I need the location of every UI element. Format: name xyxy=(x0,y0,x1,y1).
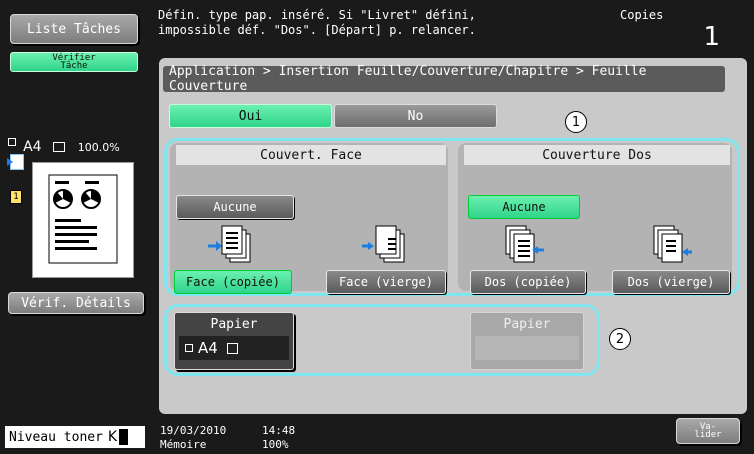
callout-marker-1: 1 xyxy=(565,111,587,133)
oui-label: Oui xyxy=(238,108,263,124)
front-paper-value: A4 xyxy=(198,339,218,357)
status-time: 14:48 xyxy=(262,424,296,437)
status-bar xyxy=(152,416,754,454)
back-paper-label: Papier xyxy=(503,317,551,332)
toner-color-label: K xyxy=(107,429,118,445)
check-job-label: Vérifier Tâche xyxy=(52,53,96,71)
breadcrumb: Application > Insertion Feuille/Couvertu… xyxy=(163,64,725,94)
back-blank-button[interactable]: Dos (vierge) xyxy=(612,270,730,294)
front-blank-button[interactable]: Face (vierge) xyxy=(326,270,446,294)
front-blank-icon xyxy=(362,225,405,263)
document-preview xyxy=(32,162,134,278)
back-none-button[interactable]: Aucune xyxy=(468,195,580,219)
status-date: 19/03/2010 xyxy=(160,424,227,437)
paper-orientation-icon xyxy=(226,342,238,354)
insert-sheet-icon xyxy=(7,154,24,170)
copies-label: Copies xyxy=(620,8,664,22)
front-blank-label: Face (vierge) xyxy=(339,275,433,289)
back-copied-button[interactable]: Dos (copiée) xyxy=(470,270,586,294)
front-copied-label: Face (copiée) xyxy=(186,275,280,289)
callout-1-label: 1 xyxy=(571,114,581,130)
back-blank-label: Dos (vierge) xyxy=(627,275,715,289)
page-one-icon: 1 xyxy=(10,190,22,204)
check-job-button[interactable]: Vérifier Tâche xyxy=(10,52,138,72)
memory-value: 100% xyxy=(262,438,289,451)
preview-thumbnail-icon xyxy=(48,174,118,264)
paper-size-icon xyxy=(8,138,16,146)
back-none-label: Aucune xyxy=(502,200,546,214)
message-text: Défin. type pap. inséré. Si "Livret" déf… xyxy=(158,8,598,40)
no-toggle[interactable]: No xyxy=(334,104,497,128)
back-paper-value-box xyxy=(475,336,579,360)
front-copied-button[interactable]: Face (copiée) xyxy=(174,270,292,294)
validate-button[interactable]: Va- lider xyxy=(676,418,740,444)
toner-bar xyxy=(119,429,129,445)
front-none-button[interactable]: Aucune xyxy=(176,195,294,219)
back-copied-icon xyxy=(505,225,544,263)
back-blank-icon xyxy=(653,225,692,263)
front-none-label: Aucune xyxy=(213,200,257,214)
toner-label: Niveau toner xyxy=(9,429,103,445)
callout-2-label: 2 xyxy=(615,331,625,347)
message-line-2: impossible déf. "Dos". [Départ] p. relan… xyxy=(158,23,476,37)
front-copied-icon xyxy=(208,225,251,263)
paper-size-label: A4 xyxy=(23,139,42,155)
back-copied-label: Dos (copiée) xyxy=(484,275,572,289)
zoom-label: 100.0% xyxy=(77,141,120,154)
message-line-1: Défin. type pap. inséré. Si "Livret" déf… xyxy=(158,8,476,22)
oui-toggle[interactable]: Oui xyxy=(169,104,332,128)
front-cover-title: Couvert. Face xyxy=(176,145,446,165)
front-title-text: Couvert. Face xyxy=(260,147,362,163)
orientation-icon xyxy=(52,141,65,152)
job-list-button[interactable]: Liste Tâches xyxy=(10,14,138,44)
back-paper-button[interactable]: Papier xyxy=(470,312,584,370)
toner-level: Niveau toner K xyxy=(5,426,145,448)
front-paper-label: Papier xyxy=(210,317,258,332)
breadcrumb-text: Application > Insertion Feuille/Couvertu… xyxy=(169,64,647,94)
memory-label: Mémoire xyxy=(160,438,207,451)
back-cover-title: Couverture Dos xyxy=(464,145,730,165)
job-list-label: Liste Tâches xyxy=(27,21,121,37)
details-label: Vérif. Détails xyxy=(21,295,131,311)
no-label: No xyxy=(407,108,424,124)
paper-tray-icon xyxy=(185,344,193,352)
copies-value: 1 xyxy=(703,22,720,52)
paper-info: A4 100.0% xyxy=(8,136,148,155)
callout-marker-2: 2 xyxy=(609,328,631,350)
back-title-text: Couverture Dos xyxy=(542,147,652,163)
details-button[interactable]: Vérif. Détails xyxy=(8,292,144,314)
front-paper-button[interactable]: Papier A4 xyxy=(174,312,294,370)
front-paper-value-box: A4 xyxy=(179,336,289,360)
validate-label: Va- lider xyxy=(694,422,722,440)
